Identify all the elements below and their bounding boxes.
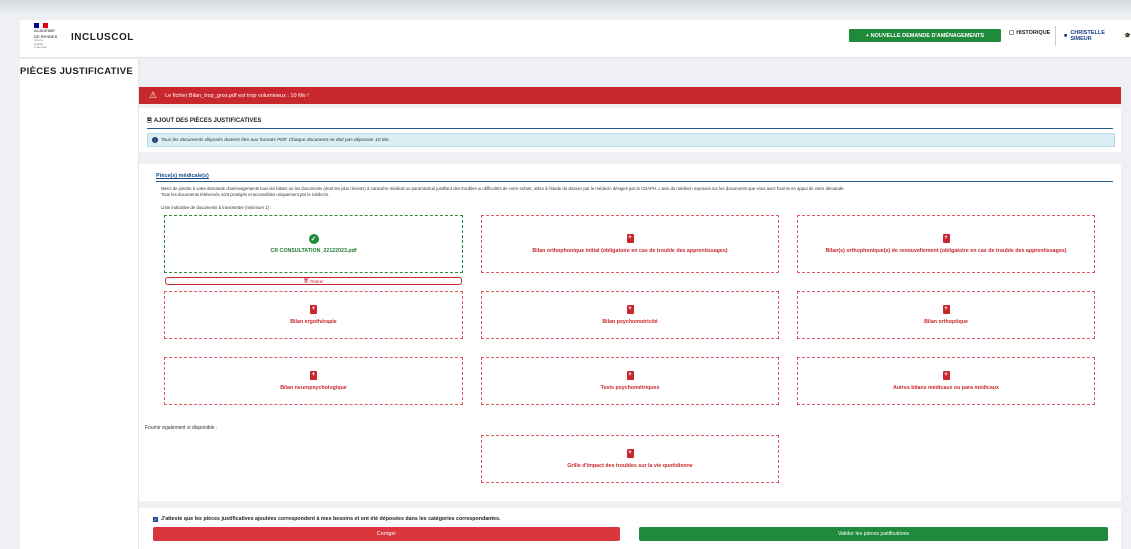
academie-logo: ACADÉMIE DE RENNES Liberté Égalité Frate… <box>34 23 68 53</box>
warning-icon: ⚠ <box>149 90 158 100</box>
user-menu[interactable]: ■ CHRISTELLE SIMEUR 🎓 <box>1064 30 1131 42</box>
file-add-icon <box>942 305 950 314</box>
info-banner: i Tous les documents déposés doivent êtr… <box>147 133 1115 147</box>
header-separator <box>1055 26 1056 46</box>
alert-message: Le fichier Bilan_trop_gros.pdf est trop … <box>165 92 309 99</box>
list-label: Liste indicative de documents à transmet… <box>161 205 272 210</box>
tile-label: Bilan orthoptique <box>924 319 968 325</box>
tile-label: Tests psychométriques <box>600 385 660 391</box>
file-add-icon <box>942 234 950 243</box>
graduation-cap-icon: 🎓 <box>1124 33 1131 39</box>
file-add-icon <box>942 371 950 380</box>
upload-tile-psychomotricite[interactable]: Bilan psychomotricité <box>481 291 779 339</box>
tile-label: Bilan(s) orthophonique(s) de renouvellem… <box>825 248 1067 254</box>
file-add-icon <box>310 371 317 380</box>
upload-tile-ergotherapie[interactable]: Bilan ergothérapie <box>164 291 463 339</box>
attest-row[interactable]: ✓ J'atteste que les pièces justificative… <box>153 516 501 522</box>
medical-description-2: Tous les documents téléversés sont proté… <box>161 192 330 197</box>
upload-tile-autres-bilans[interactable]: Autres bilans médicaux ou para médicaux <box>797 357 1095 405</box>
upload-tile-orthoptique[interactable]: Bilan orthoptique <box>797 291 1095 339</box>
info-text: Tous les documents déposés doivent être … <box>161 137 390 143</box>
upload-tile-grille-impact[interactable]: Grille d'impact des troubles sur la vie … <box>481 435 779 483</box>
correct-button[interactable]: Corriger <box>153 527 620 541</box>
ajout-title: 🗎 AJOUT DES PIÈCES JUSTIFICATIVES <box>147 116 261 126</box>
divider <box>156 181 1113 182</box>
divider <box>147 128 1113 129</box>
tile-label: Grille d'impact des troubles sur la vie … <box>567 463 693 469</box>
user-icon: ■ <box>1064 33 1068 39</box>
uploaded-file-tile[interactable]: ✓ CR CONSULTATION_22122023.pdf <box>164 215 463 273</box>
ajout-title-text: AJOUT DES PIÈCES JUSTIFICATIVES <box>153 118 262 124</box>
check-icon: ✓ <box>308 234 319 244</box>
logo-motto-3: Fraternité <box>34 45 47 49</box>
remove-label: Retirer <box>310 278 324 284</box>
tile-label: Bilan psychomotricité <box>602 319 658 325</box>
tile-label: Bilan neuropsychologique <box>280 385 347 391</box>
app-name[interactable]: INCLUSCOL <box>71 32 134 43</box>
right-gutter <box>1121 59 1131 549</box>
uploaded-file-name: CR CONSULTATION_22122023.pdf <box>270 248 357 254</box>
tile-label: Autres bilans médicaux ou para médicaux <box>893 385 999 391</box>
logo-line-1: ACADÉMIE <box>34 28 55 33</box>
history-label: HISTORIQUE <box>1016 30 1051 36</box>
tile-label: Bilan orthophonique initial (obligatoire… <box>532 248 728 254</box>
upload-tile-neuropsychologique[interactable]: Bilan neuropsychologique <box>164 357 463 405</box>
tile-label: Bilan ergothérapie <box>290 319 337 325</box>
also-provide-label: Fournir également si disponible : <box>145 425 218 431</box>
history-link[interactable]: ▢ HISTORIQUE <box>1009 30 1050 36</box>
file-add-icon <box>626 305 634 314</box>
error-alert: ⚠ Le fichier Bilan_trop_gros.pdf est tro… <box>139 87 1121 104</box>
file-add-icon <box>626 371 634 380</box>
file-add-icon <box>626 234 634 243</box>
app-window: ACADÉMIE DE RENNES Liberté Égalité Frate… <box>0 0 1131 549</box>
history-icon: ▢ <box>1009 30 1015 36</box>
document-icon: 🗎 <box>147 118 152 124</box>
footer-actions: ✓ J'atteste que les pièces justificative… <box>139 508 1121 549</box>
validate-button[interactable]: Valider les pièces justificatives <box>639 527 1108 541</box>
upload-tile-orthophonie-initial[interactable]: Bilan orthophonique initial (obligatoire… <box>481 215 779 273</box>
info-icon: i <box>152 137 158 143</box>
upload-tile-tests-psychometriques[interactable]: Tests psychométriques <box>481 357 779 405</box>
medical-description: Merci de joindre à votre demande d'aména… <box>161 186 1101 198</box>
attest-checkbox[interactable]: ✓ <box>153 516 158 522</box>
page-title: PIÈCES JUSTIFICATIVE <box>20 66 133 77</box>
new-request-button[interactable]: + NOUVELLE DEMANDE D'AMÉNAGEMENTS <box>849 29 1001 42</box>
sidebar <box>20 59 139 549</box>
top-shadow <box>0 0 1131 16</box>
file-add-icon <box>310 305 317 314</box>
user-name: CHRISTELLE SIMEUR <box>1070 30 1105 42</box>
ajout-section: 🗎 AJOUT DES PIÈCES JUSTIFICATIVES i Tous… <box>139 108 1121 152</box>
remove-file-button[interactable]: 🗑 Retirer <box>165 277 462 285</box>
attest-label: J'atteste que les pièces justificatives … <box>161 516 501 522</box>
app-header: ACADÉMIE DE RENNES Liberté Égalité Frate… <box>20 20 1131 58</box>
upload-tile-orthophonie-renouvellement[interactable]: Bilan(s) orthophonique(s) de renouvellem… <box>797 215 1095 273</box>
trash-icon: 🗑 <box>303 278 311 283</box>
medical-title: Pièce(s) médicale(s) <box>156 173 209 179</box>
file-add-icon <box>626 449 634 458</box>
